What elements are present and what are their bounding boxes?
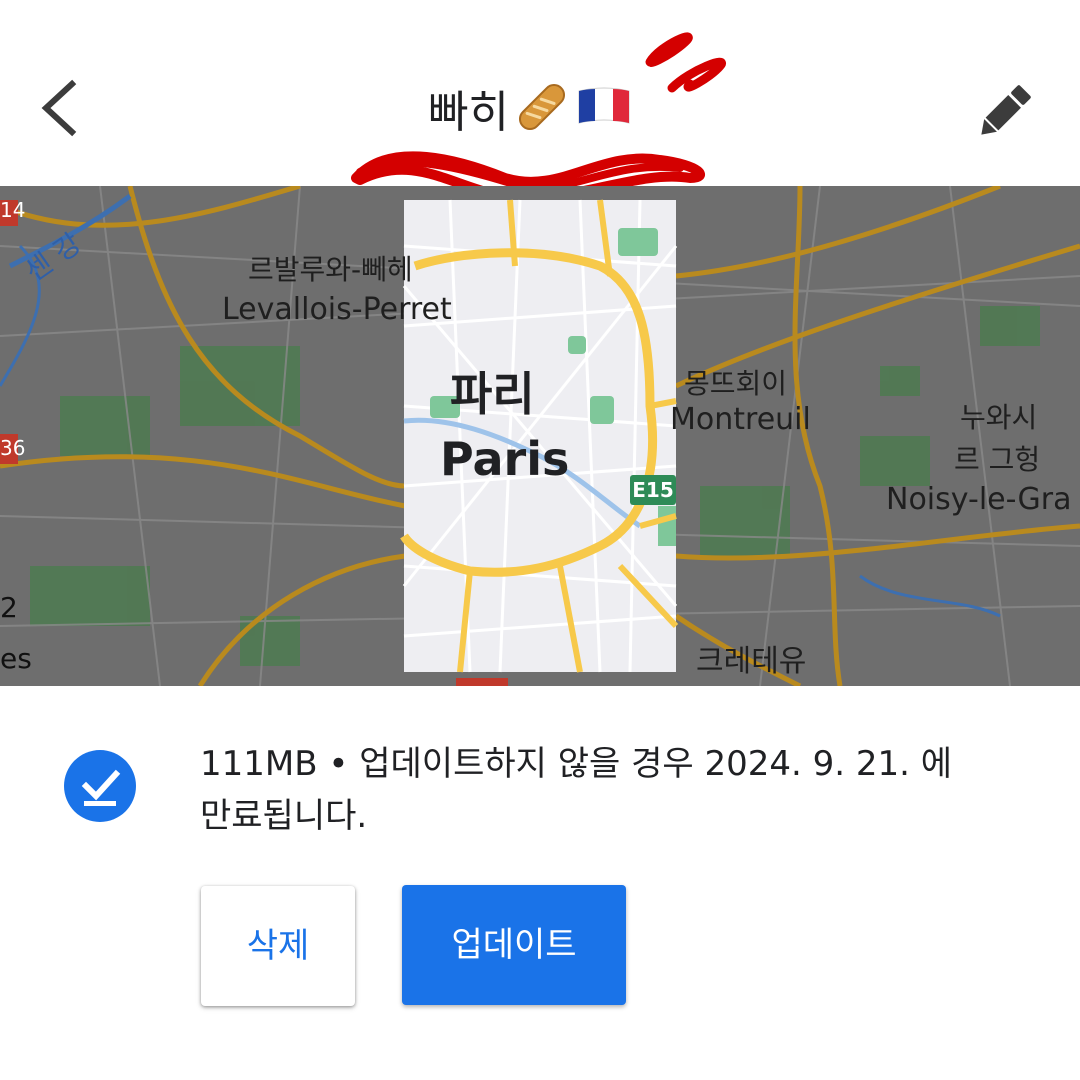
download-status-text: 111MB • 업데이트하지 않을 경우 2024. 9. 21. 에 만료됩니… — [200, 744, 952, 836]
france-flag-icon — [575, 85, 633, 145]
map-label-noisy-ko-2: 르 그헝 — [954, 443, 1041, 476]
delete-button[interactable]: 삭제 — [201, 886, 355, 1006]
header-bar: 빠히 — [0, 0, 1080, 186]
page-title: 빠히 — [428, 78, 633, 138]
map-label-paris: Paris — [440, 432, 570, 486]
map-label-levallois: Levallois-Perret — [222, 292, 452, 327]
map-label-edge-bottom-1: 2 — [0, 591, 18, 624]
road-number-tag-bottom — [456, 678, 508, 686]
back-button[interactable] — [30, 72, 94, 144]
map-label-edge-mid: 36 — [0, 436, 26, 460]
chevron-left-icon — [41, 79, 77, 137]
baguette-icon — [513, 78, 571, 152]
edit-button[interactable] — [968, 76, 1040, 148]
map-label-edge-bottom-2: es — [0, 642, 32, 675]
map-label-noisy: Noisy-le-Gra — [886, 482, 1072, 517]
map-preview[interactable]: 14 36 2 es 센 강 르발루와-뻬헤 Levallois-Perret … — [0, 186, 1080, 686]
map-label-paris-ko: 파리 — [450, 367, 535, 421]
map-label-noisy-ko-1: 누와시 — [960, 401, 1038, 434]
map-label-montreuil: Montreuil — [670, 402, 811, 437]
road-shield-e15: E15 — [630, 475, 676, 505]
map-label-montreuil-ko: 몽뜨회이 — [684, 367, 788, 400]
title-text: 빠히 — [428, 87, 509, 138]
download-done-icon — [62, 748, 138, 824]
map-label-edge-top: 14 — [0, 198, 26, 222]
map-label-creteil: 크레테유 — [696, 644, 807, 679]
map-label-levallois-ko: 르발루와-뻬헤 — [248, 253, 413, 286]
update-button[interactable]: 업데이트 — [402, 885, 626, 1005]
pencil-icon — [981, 85, 1031, 135]
